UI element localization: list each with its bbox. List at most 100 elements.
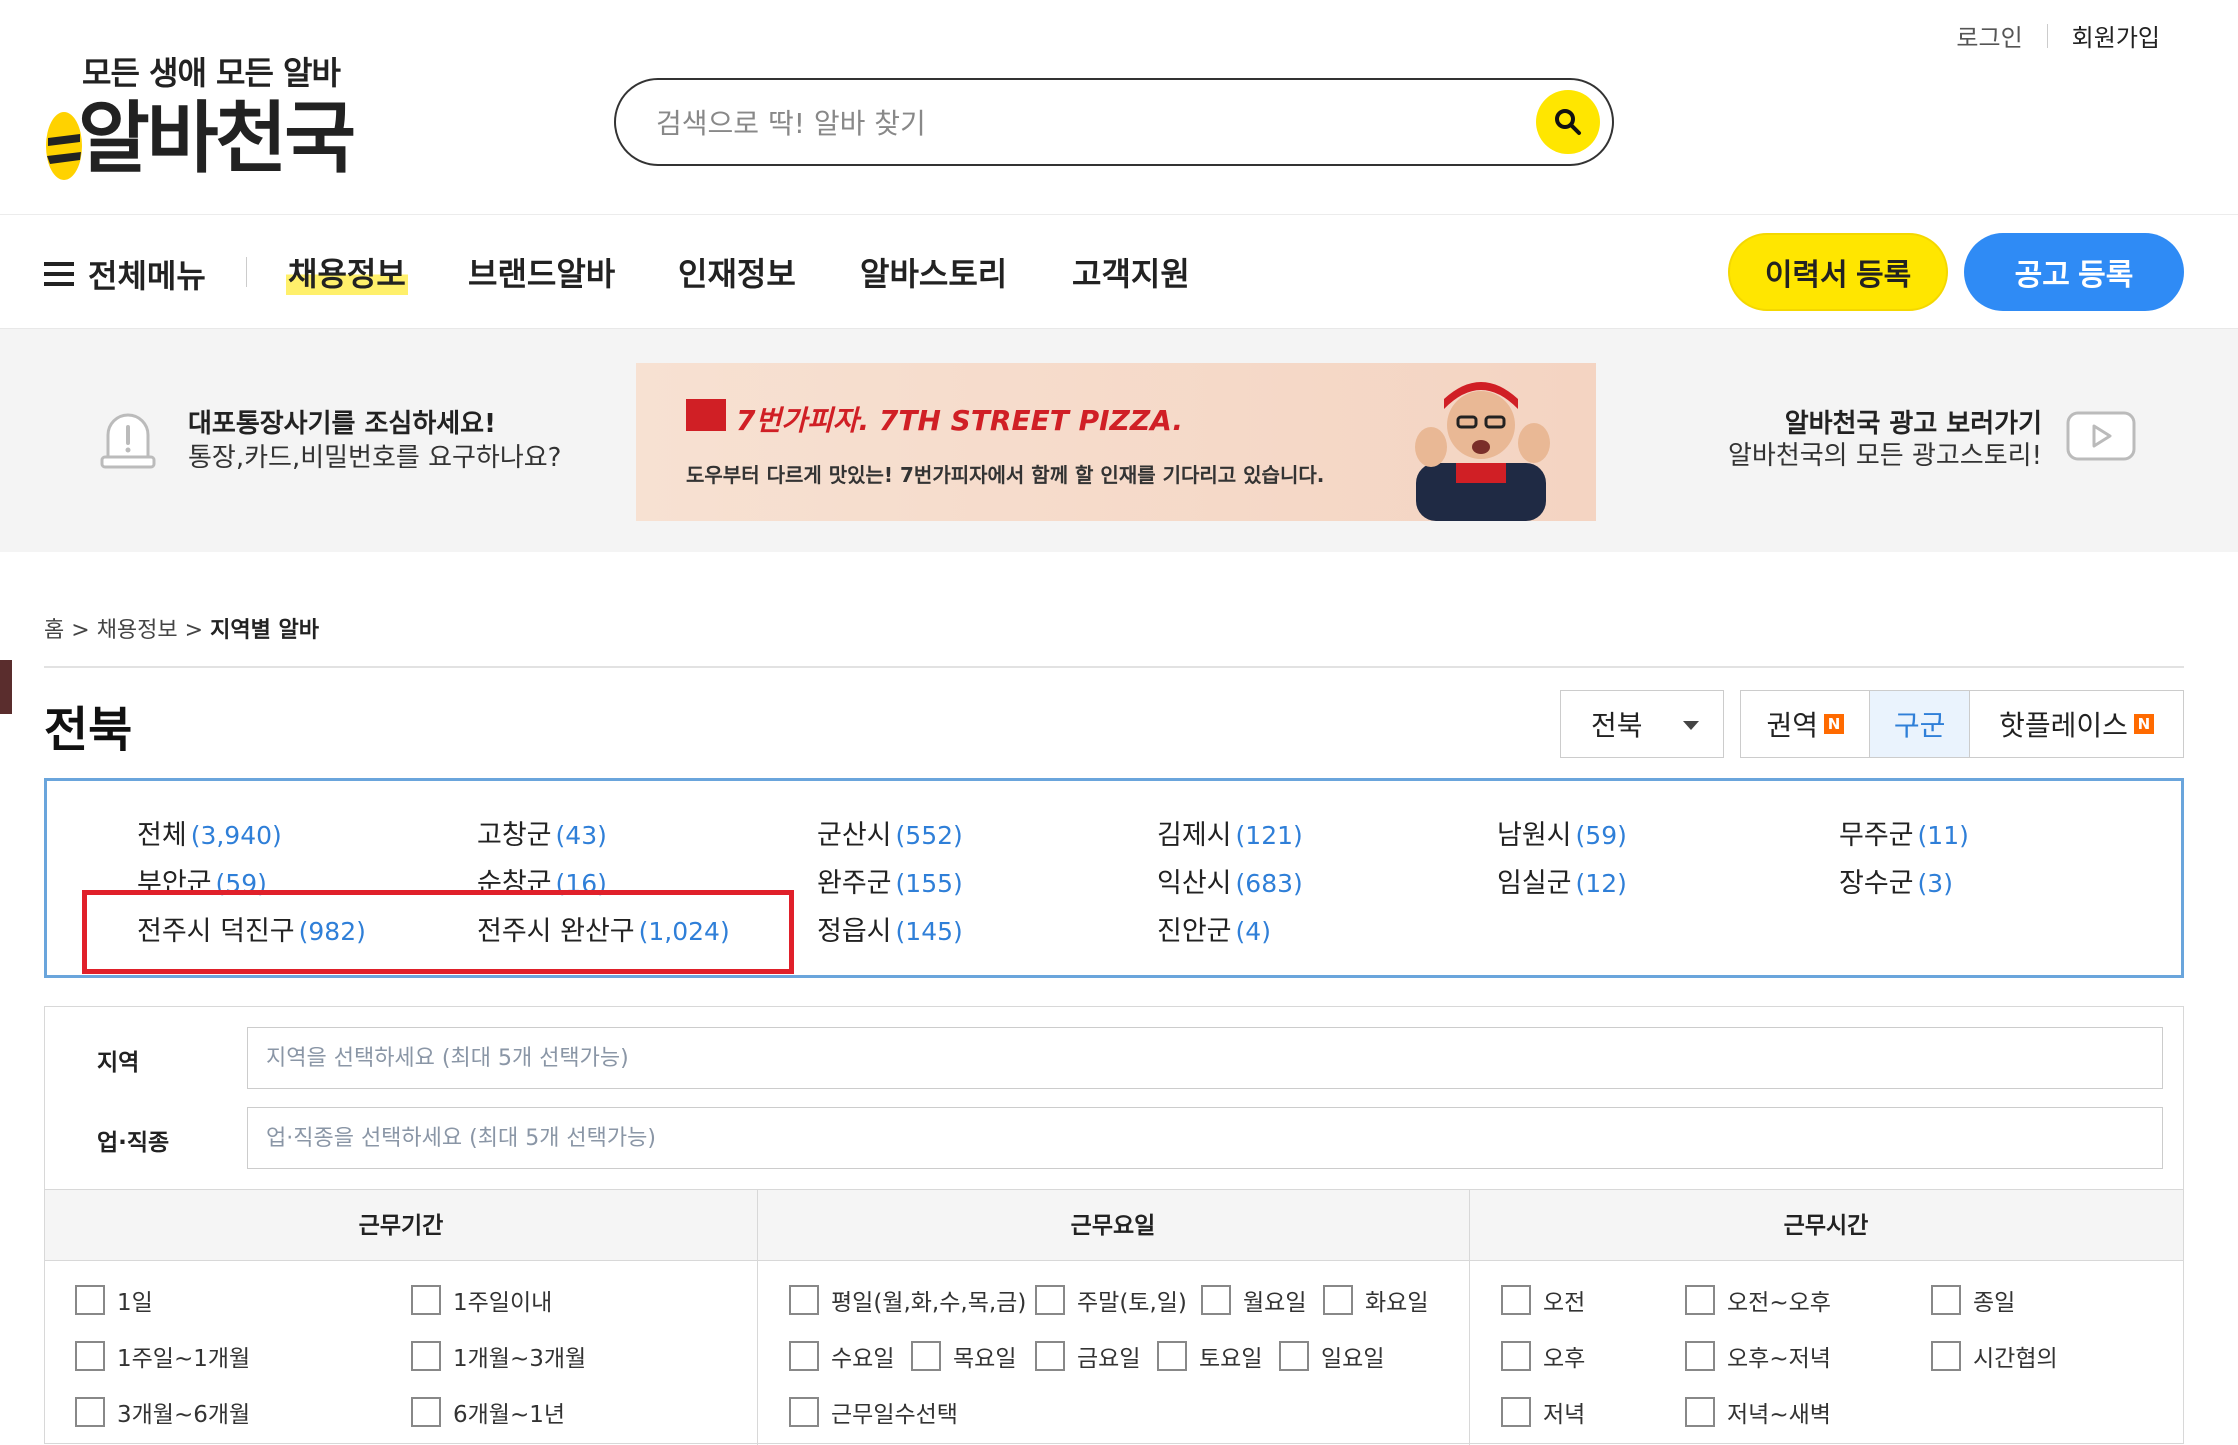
days-option[interactable]: 평일(월,화,수,목,금): [789, 1283, 1026, 1317]
checkbox[interactable]: [411, 1341, 441, 1371]
checkbox[interactable]: [1035, 1285, 1065, 1315]
checkbox[interactable]: [1501, 1285, 1531, 1315]
checkbox[interactable]: [75, 1285, 105, 1315]
checkbox[interactable]: [1931, 1341, 1961, 1371]
region-item[interactable]: 정읍시 (145): [817, 909, 963, 948]
region-filter-input[interactable]: [247, 1027, 2163, 1089]
checkbox[interactable]: [1279, 1341, 1309, 1371]
region-item[interactable]: 무주군 (11): [1839, 813, 1969, 852]
time-option[interactable]: 시간협의: [1931, 1339, 2058, 1373]
column-divider: [1469, 1189, 1470, 1445]
search-button[interactable]: [1536, 90, 1600, 154]
checkbox[interactable]: [411, 1285, 441, 1315]
login-link[interactable]: 로그인: [1956, 18, 2022, 53]
tab-district[interactable]: 구군: [1870, 691, 1970, 757]
new-badge: N: [2133, 714, 2154, 734]
breadcrumb: 홈 > 채용정보 > 지역별 알바: [44, 612, 319, 644]
region-item[interactable]: 완주군 (155): [817, 861, 963, 900]
days-option[interactable]: 월요일: [1201, 1283, 1306, 1317]
search-icon: [1555, 109, 1581, 135]
period-option[interactable]: 3개월~6개월: [75, 1395, 250, 1429]
ad-link-subtitle[interactable]: 알바천국의 모든 광고스토리!: [1728, 435, 2042, 472]
all-menu-button[interactable]: 전체메뉴: [44, 251, 206, 297]
time-option[interactable]: 오후~저녁: [1685, 1339, 1831, 1373]
nav-item-brand[interactable]: 브랜드알바: [468, 249, 615, 295]
region-item[interactable]: 임실군 (12): [1497, 861, 1627, 900]
checkbox[interactable]: [789, 1397, 819, 1427]
checkbox[interactable]: [1685, 1285, 1715, 1315]
checkbox[interactable]: [1323, 1285, 1353, 1315]
breadcrumb-jobs[interactable]: 채용정보: [97, 618, 178, 643]
caret-down-icon: [1683, 721, 1699, 730]
days-option[interactable]: 금요일: [1035, 1339, 1140, 1373]
time-option[interactable]: 종일: [1931, 1283, 2015, 1317]
nav-item-support[interactable]: 고객지원: [1072, 249, 1190, 295]
column-divider: [757, 1189, 758, 1445]
days-option[interactable]: 근무일수선택: [789, 1395, 958, 1429]
days-option[interactable]: 수요일: [789, 1339, 894, 1373]
breadcrumb-home[interactable]: 홈: [44, 618, 64, 643]
checkbox[interactable]: [1685, 1397, 1715, 1427]
checkbox[interactable]: [1035, 1341, 1065, 1371]
search-input[interactable]: [654, 98, 1474, 148]
job-filter-input[interactable]: [247, 1107, 2163, 1169]
checkbox[interactable]: [1157, 1341, 1187, 1371]
region-item[interactable]: 군산시 (552): [817, 813, 963, 852]
days-option[interactable]: 목요일: [911, 1339, 1016, 1373]
nav-item-story[interactable]: 알바스토리: [860, 249, 1007, 295]
region-item[interactable]: 김제시 (121): [1157, 813, 1303, 852]
time-option[interactable]: 오전~오후: [1685, 1283, 1831, 1317]
region-item[interactable]: 전체 (3,940): [137, 813, 282, 852]
pizza-logo-icon: [686, 399, 726, 431]
warning-subtitle[interactable]: 통장,카드,비밀번호를 요구하나요?: [188, 437, 561, 474]
period-option[interactable]: 1주일~1개월: [75, 1339, 250, 1373]
period-option[interactable]: 1개월~3개월: [411, 1339, 586, 1373]
checkbox[interactable]: [411, 1397, 441, 1427]
checkbox[interactable]: [789, 1285, 819, 1315]
nav-item-talent[interactable]: 인재정보: [678, 249, 796, 295]
time-option[interactable]: 오후: [1501, 1339, 1585, 1373]
play-icon[interactable]: [2066, 411, 2136, 461]
nav-item-jobs[interactable]: 채용정보: [286, 249, 408, 295]
region-item[interactable]: 익산시 (683): [1157, 861, 1303, 900]
days-option[interactable]: 일요일: [1279, 1339, 1384, 1373]
region-item[interactable]: 장수군 (3): [1839, 861, 1953, 900]
checkbox[interactable]: [75, 1341, 105, 1371]
time-option[interactable]: 오전: [1501, 1283, 1585, 1317]
checkbox[interactable]: [1201, 1285, 1231, 1315]
days-option[interactable]: 화요일: [1323, 1283, 1428, 1317]
checkbox[interactable]: [1501, 1397, 1531, 1427]
period-option[interactable]: 6개월~1년: [411, 1395, 565, 1429]
time-option[interactable]: 저녁~새벽: [1685, 1395, 1831, 1429]
period-option[interactable]: 1주일이내: [411, 1283, 552, 1317]
checkbox[interactable]: [1685, 1341, 1715, 1371]
tab-area[interactable]: 권역 N: [1741, 691, 1871, 757]
time-option[interactable]: 저녁: [1501, 1395, 1585, 1429]
days-option[interactable]: 주말(토,일): [1035, 1283, 1187, 1317]
logo[interactable]: 모든 생애 모든 알바 알바천국: [44, 48, 364, 184]
post-job-button[interactable]: 공고 등록: [1964, 233, 2184, 311]
checkbox[interactable]: [911, 1341, 941, 1371]
checkbox[interactable]: [1931, 1285, 1961, 1315]
ad-banner[interactable]: 7번가피자. 7TH STREET PIZZA. 도우부터 다르게 맛있는! 7…: [636, 363, 1596, 521]
region-dropdown-value: 전북: [1591, 709, 1643, 742]
tab-district-label: 구군: [1893, 709, 1946, 742]
period-option[interactable]: 1일: [75, 1283, 153, 1317]
highlight-box: [82, 890, 794, 974]
top-links-divider: [2046, 23, 2048, 48]
region-item[interactable]: 고창군 (43): [477, 813, 607, 852]
checkbox[interactable]: [75, 1397, 105, 1427]
join-link[interactable]: 회원가입: [2072, 18, 2160, 53]
register-resume-button[interactable]: 이력서 등록: [1728, 233, 1948, 311]
warning-title[interactable]: 대포통장사기를 조심하세요!: [188, 403, 496, 440]
region-item[interactable]: 남원시 (59): [1497, 813, 1627, 852]
tab-hotplace[interactable]: 핫플레이스 N: [1970, 691, 2183, 757]
side-mark: [0, 660, 12, 714]
time-header: 근무시간: [1783, 1213, 1869, 1239]
tab-hotplace-label: 핫플레이스: [1999, 709, 2128, 742]
days-option[interactable]: 토요일: [1157, 1339, 1262, 1373]
checkbox[interactable]: [1501, 1341, 1531, 1371]
region-dropdown[interactable]: 전북: [1560, 690, 1724, 758]
region-item[interactable]: 진안군 (4): [1157, 909, 1271, 948]
checkbox[interactable]: [789, 1341, 819, 1371]
